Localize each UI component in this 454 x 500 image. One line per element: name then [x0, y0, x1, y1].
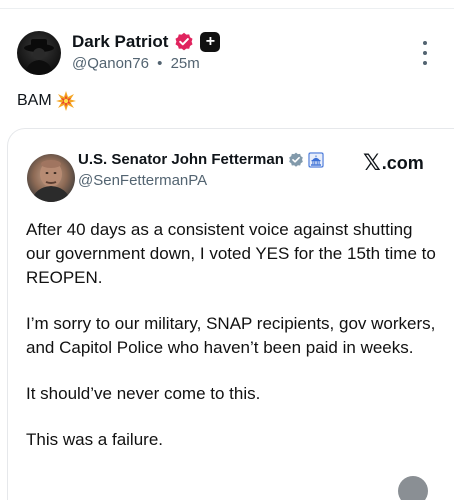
- post-time[interactable]: 25m: [171, 55, 200, 72]
- quoted-author-avatar[interactable]: [27, 154, 75, 202]
- plus-badge-icon: +: [200, 32, 221, 52]
- quoted-paragraph: After 40 days as a consistent voice agai…: [26, 220, 436, 287]
- x-com-label: .com: [381, 152, 424, 173]
- x-com-brand: 𝕏 .com: [363, 152, 424, 174]
- x-logo-icon: 𝕏: [363, 150, 381, 175]
- author-row: Dark Patriot +: [72, 31, 221, 53]
- author-name[interactable]: Dark Patriot: [72, 32, 168, 52]
- quoted-author-row: U.S. Senator John Fetterman: [78, 151, 324, 168]
- verified-badge-icon: [174, 32, 194, 52]
- post-meta: @Qanon76 • 25m: [72, 55, 200, 72]
- quoted-post-body: After 40 days as a consistent voice agai…: [26, 218, 441, 474]
- quoted-author-name[interactable]: U.S. Senator John Fetterman: [78, 151, 284, 168]
- meta-separator: •: [157, 55, 163, 72]
- author-handle[interactable]: @Qanon76: [72, 55, 149, 72]
- quoted-paragraph: I’m sorry to our military, SNAP recipien…: [26, 314, 436, 357]
- post-text-content: BAM: [17, 92, 52, 109]
- quoted-paragraph: This was a failure.: [26, 430, 163, 449]
- partial-button-icon[interactable]: [398, 476, 428, 500]
- top-divider: [0, 8, 454, 9]
- government-capitol-icon: [307, 151, 324, 168]
- more-options-icon[interactable]: [418, 38, 432, 68]
- post-text: BAM: [17, 91, 76, 111]
- quoted-paragraph: It should’ve never come to this.: [26, 384, 261, 403]
- verified-gray-badge-icon: [288, 152, 304, 168]
- author-avatar[interactable]: [17, 31, 61, 75]
- hat-figure-icon: [24, 39, 54, 75]
- quoted-post-card[interactable]: U.S. Senator John Fetterman @SenFetterma…: [7, 128, 454, 500]
- boom-icon: [55, 91, 76, 111]
- portrait-icon: [31, 160, 71, 202]
- quoted-author-handle[interactable]: @SenFettermanPA: [78, 172, 207, 189]
